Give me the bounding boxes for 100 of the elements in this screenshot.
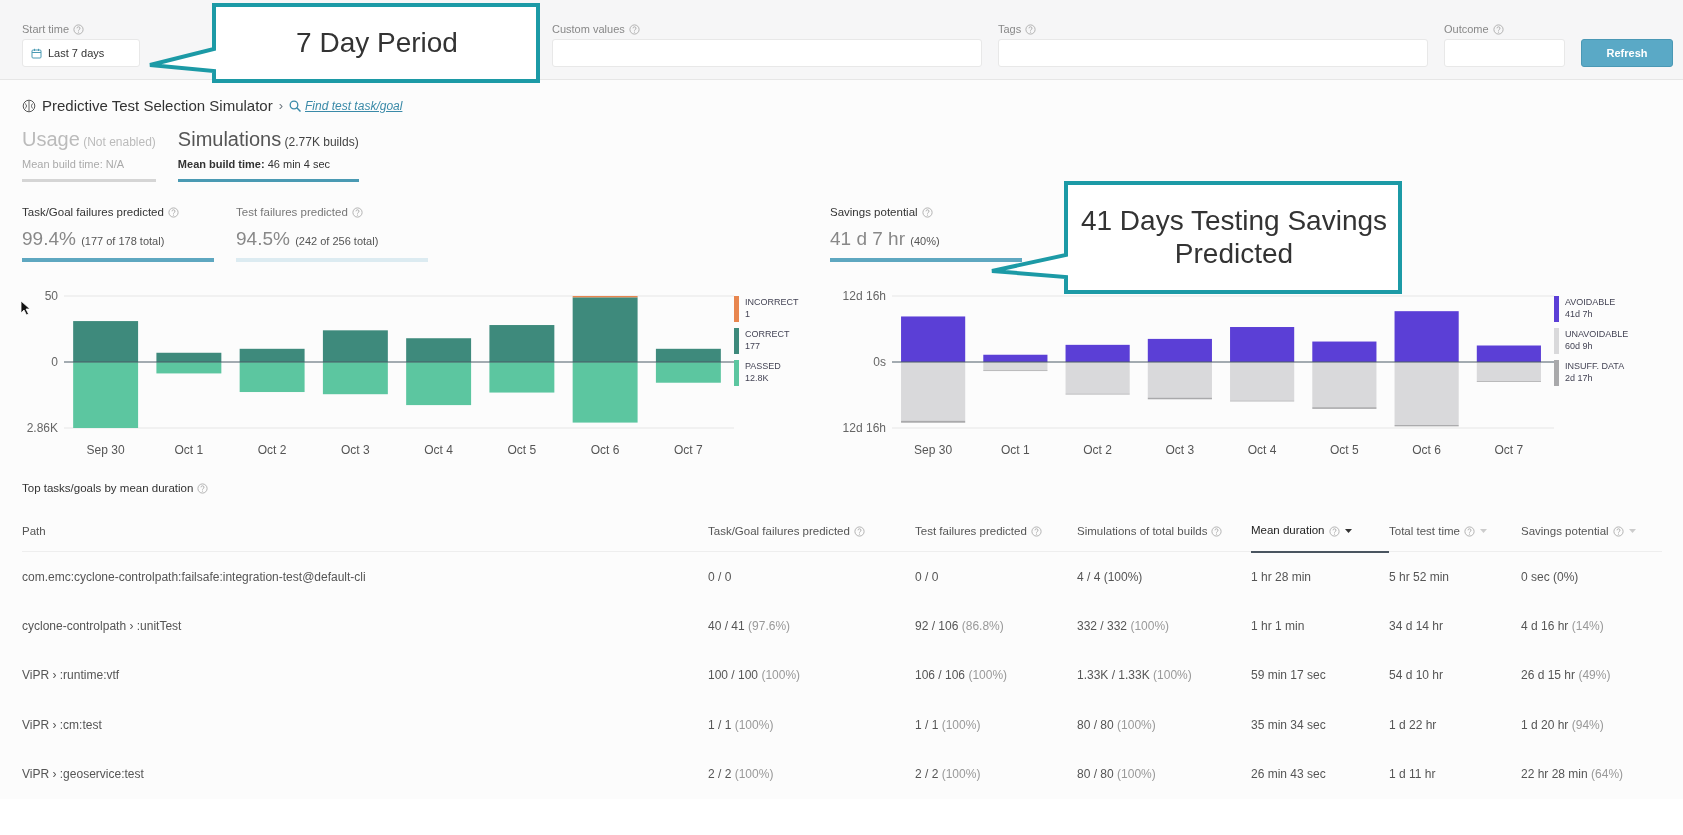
help-icon: [1025, 23, 1037, 35]
sortable-column-header[interactable]: Total test time: [1389, 522, 1460, 540]
table-cell: 1 / 1 (100%): [915, 717, 981, 732]
axis-label: 12d 16h: [842, 421, 886, 436]
axis-label: Oct 4: [424, 443, 453, 458]
network-icon: [22, 99, 36, 113]
help-icon: [197, 483, 209, 495]
table-cell: 80 / 80 (100%): [1077, 717, 1156, 732]
bar: [901, 316, 966, 363]
column-header: Simulations of total builds: [1077, 523, 1208, 539]
path-cell: ViPR › :runtime:vtf: [22, 668, 120, 683]
bar: [322, 362, 388, 395]
axis-label: Oct 4: [1247, 443, 1277, 458]
input-field[interactable]: Last 7 days: [22, 39, 140, 67]
table-cell: 22 hr 28 min (64%): [1521, 767, 1624, 782]
axis-label: 2.86K: [26, 421, 58, 436]
help-icon: [628, 23, 640, 35]
page-title: Predictive Test Selection Simulator: [42, 95, 273, 116]
metric-card[interactable]: Savings potential 41 d 7 hr (40%): [830, 203, 1022, 263]
metric-card[interactable]: Task/Goal failures predicted 99.4% (177 of 178 total): [22, 203, 214, 263]
table-cell: 35 min 34 sec: [1251, 717, 1326, 732]
metric-value: 41 d 7 hr (40%): [830, 226, 941, 251]
path-cell: com.emc:cyclone-controlpath:failsafe:integration-test@default-cli: [22, 569, 366, 584]
axis-label: Oct 2: [1083, 443, 1112, 458]
axis-label: Sep 30: [86, 443, 125, 458]
axis-label: Sep 30: [914, 443, 953, 458]
table-cell: 106 / 106 (100%): [915, 668, 1008, 683]
help-icon: [1492, 23, 1504, 35]
filter-label: Custom values: [552, 22, 625, 36]
metric-label: Task/Goal failures predicted: [22, 204, 164, 220]
help-icon: [921, 206, 933, 218]
legend-text: AVOIDABLE 41d 7h: [1565, 296, 1616, 322]
axis-label: 50: [44, 289, 58, 304]
table-cell: 34 d 14 hr: [1389, 618, 1444, 633]
cursor-icon: [20, 300, 32, 316]
table-cell: 59 min 17 sec: [1251, 668, 1326, 683]
table-cell: 0 / 0: [915, 569, 939, 584]
breadcrumb-separator: ›: [278, 97, 283, 116]
table-cell: 80 / 80 (100%): [1077, 767, 1156, 782]
search-icon: [289, 100, 301, 112]
table-cell: 1.33K / 1.33K (100%): [1077, 668, 1192, 683]
table-cell: 0 sec (0%): [1521, 569, 1579, 584]
legend-text: INCORRECT 1: [745, 296, 799, 322]
metric-card[interactable]: Test failures predicted 94.5% (242 of 256 total): [236, 203, 428, 263]
callout: 41 Days Testing Savings Predicted: [990, 181, 1402, 294]
table-cell: 40 / 41 (97.6%): [708, 618, 791, 633]
sortable-column-header[interactable]: Savings potential: [1521, 522, 1609, 540]
legend-text: INSUFF. DATA 2d 17h: [1565, 360, 1625, 386]
axis-label: Oct 6: [1412, 443, 1441, 458]
table-cell: 4 / 4 (100%): [1077, 569, 1143, 584]
table-title: Top tasks/goals by mean duration: [22, 481, 194, 497]
column-header: Task/Goal failures predicted: [708, 523, 850, 539]
column-header: Test failures predicted: [915, 523, 1027, 539]
sortable-column-header[interactable]: Mean duration: [1251, 522, 1325, 540]
axis-label: Oct 7: [674, 443, 703, 458]
path-cell: ViPR › :geoservice:test: [22, 767, 144, 782]
column-header: Path: [22, 523, 46, 539]
legend-text: CORRECT 177: [745, 328, 790, 354]
table-cell: 26 min 43 sec: [1251, 767, 1326, 782]
find-link[interactable]: Find test task/goal: [289, 97, 403, 115]
axis-label: Oct 5: [1330, 443, 1359, 458]
table-cell: 0 / 0: [708, 569, 732, 584]
axis-label: Oct 1: [174, 443, 204, 458]
axis-label: 0s: [873, 355, 886, 370]
table-cell: 2 / 2 (100%): [915, 767, 981, 782]
table-cell: 1 hr 28 min: [1251, 569, 1312, 584]
legend-text: UNAVOIDABLE 60d 9h: [1565, 328, 1629, 354]
axis-label: Oct 1: [1001, 443, 1030, 458]
table-cell: 54 d 10 hr: [1389, 668, 1444, 683]
path-cell: cyclone-controlpath › :unitTest: [22, 618, 182, 633]
axis-label: Oct 3: [341, 443, 370, 458]
help-icon: [167, 206, 179, 218]
metric-label: Savings potential: [830, 204, 918, 220]
filter-label: Tags: [998, 22, 1022, 36]
axis-label: Oct 3: [1165, 443, 1195, 458]
metric-label: Test failures predicted: [236, 204, 348, 220]
table-cell: 1 / 1 (100%): [708, 717, 774, 732]
table-cell: 1 d 20 hr (94%): [1521, 717, 1604, 732]
filter-label: Outcome: [1444, 22, 1489, 36]
help-icon: [351, 206, 363, 218]
table-cell: 1 d 11 hr: [1389, 767, 1436, 782]
table-cell: 5 hr 52 min: [1389, 569, 1450, 584]
legend-text: PASSED 12.8K: [745, 360, 781, 386]
table-cell: 100 / 100 (100%): [708, 668, 801, 683]
axis-label: Oct 6: [590, 443, 620, 458]
bar: [1394, 311, 1459, 363]
axis-label: 0: [51, 355, 58, 370]
table-cell: 1 d 22 hr: [1389, 717, 1437, 732]
bar: [489, 325, 555, 363]
bar: [1230, 327, 1295, 363]
axis-label: Oct 5: [507, 443, 537, 458]
metric-value: 94.5% (242 of 256 total): [236, 226, 380, 251]
bar: [322, 330, 388, 363]
table-cell: 1 hr 1 min: [1251, 618, 1305, 633]
axis-label: Oct 2: [257, 443, 287, 458]
table-cell: 92 / 106 (86.8%): [915, 618, 1004, 633]
bar: [156, 362, 222, 374]
axis-label: 12d 16h: [842, 289, 886, 304]
bar: [572, 362, 638, 423]
view-tab[interactable]: Simulations (2.77K builds) Mean build time: 46 min 4 sec: [177, 124, 359, 182]
